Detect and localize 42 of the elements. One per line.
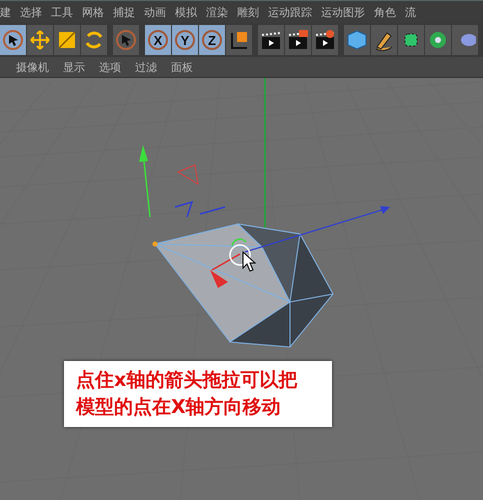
tool-button[interactable] [0, 25, 26, 55]
mouse-cursor-icon [242, 250, 256, 272]
menu-item[interactable]: 动画 [144, 4, 166, 20]
menu-item[interactable]: 运动跟踪 [268, 4, 312, 20]
tool-button[interactable] [226, 25, 252, 55]
menu-item[interactable]: 面板 [171, 60, 193, 74]
caption-text: 点住x轴的箭头拖拉可以把 [76, 368, 298, 393]
vertex-point [152, 242, 158, 246]
clapper-icon [287, 29, 309, 51]
clapper-gear-icon [314, 29, 336, 51]
menu-item[interactable]: 雕刻 [237, 4, 259, 20]
menu-item[interactable]: 模拟 [175, 4, 197, 20]
cube-icon [346, 29, 368, 51]
tool-button[interactable] [258, 25, 284, 55]
menu-item[interactable]: 建 [0, 4, 11, 20]
menu-item[interactable]: 选项 [99, 60, 121, 74]
axis-lock-button[interactable]: Y [172, 25, 198, 55]
menu-item[interactable]: 捕捉 [113, 4, 135, 20]
menu-item[interactable]: 过滤 [135, 60, 157, 74]
caption-text: 模型的点在X轴方向移动 [76, 395, 282, 420]
tool-button[interactable] [398, 25, 424, 55]
menu-item[interactable]: 渲染 [206, 4, 228, 20]
menu-item[interactable]: 摄像机 [16, 60, 49, 74]
tool-button[interactable] [371, 25, 397, 55]
menu-item[interactable]: 网格 [82, 4, 104, 20]
scale-box-icon [56, 29, 78, 51]
tool-button[interactable] [312, 25, 338, 55]
arrow-cursor-icon [2, 29, 24, 51]
menu-item[interactable]: 运动图形 [321, 4, 365, 20]
menu-item[interactable]: 选择 [20, 4, 42, 20]
clapper-icon [260, 29, 282, 51]
move-cross-icon [29, 29, 51, 51]
tool-button[interactable] [285, 25, 311, 55]
menu-item[interactable]: 流 [405, 4, 416, 20]
cube-axes-icon [228, 29, 250, 51]
move-gizmo-drawing [210, 238, 251, 288]
menu-item[interactable]: 显示 [63, 60, 85, 74]
menu-item[interactable]: 工具 [51, 4, 73, 20]
menu-item[interactable]: 角色 [374, 4, 396, 20]
axis-lock-button[interactable]: X [145, 25, 171, 55]
arrow-cursor-icon [115, 29, 137, 51]
axis-lock-button[interactable]: Z [199, 25, 225, 55]
